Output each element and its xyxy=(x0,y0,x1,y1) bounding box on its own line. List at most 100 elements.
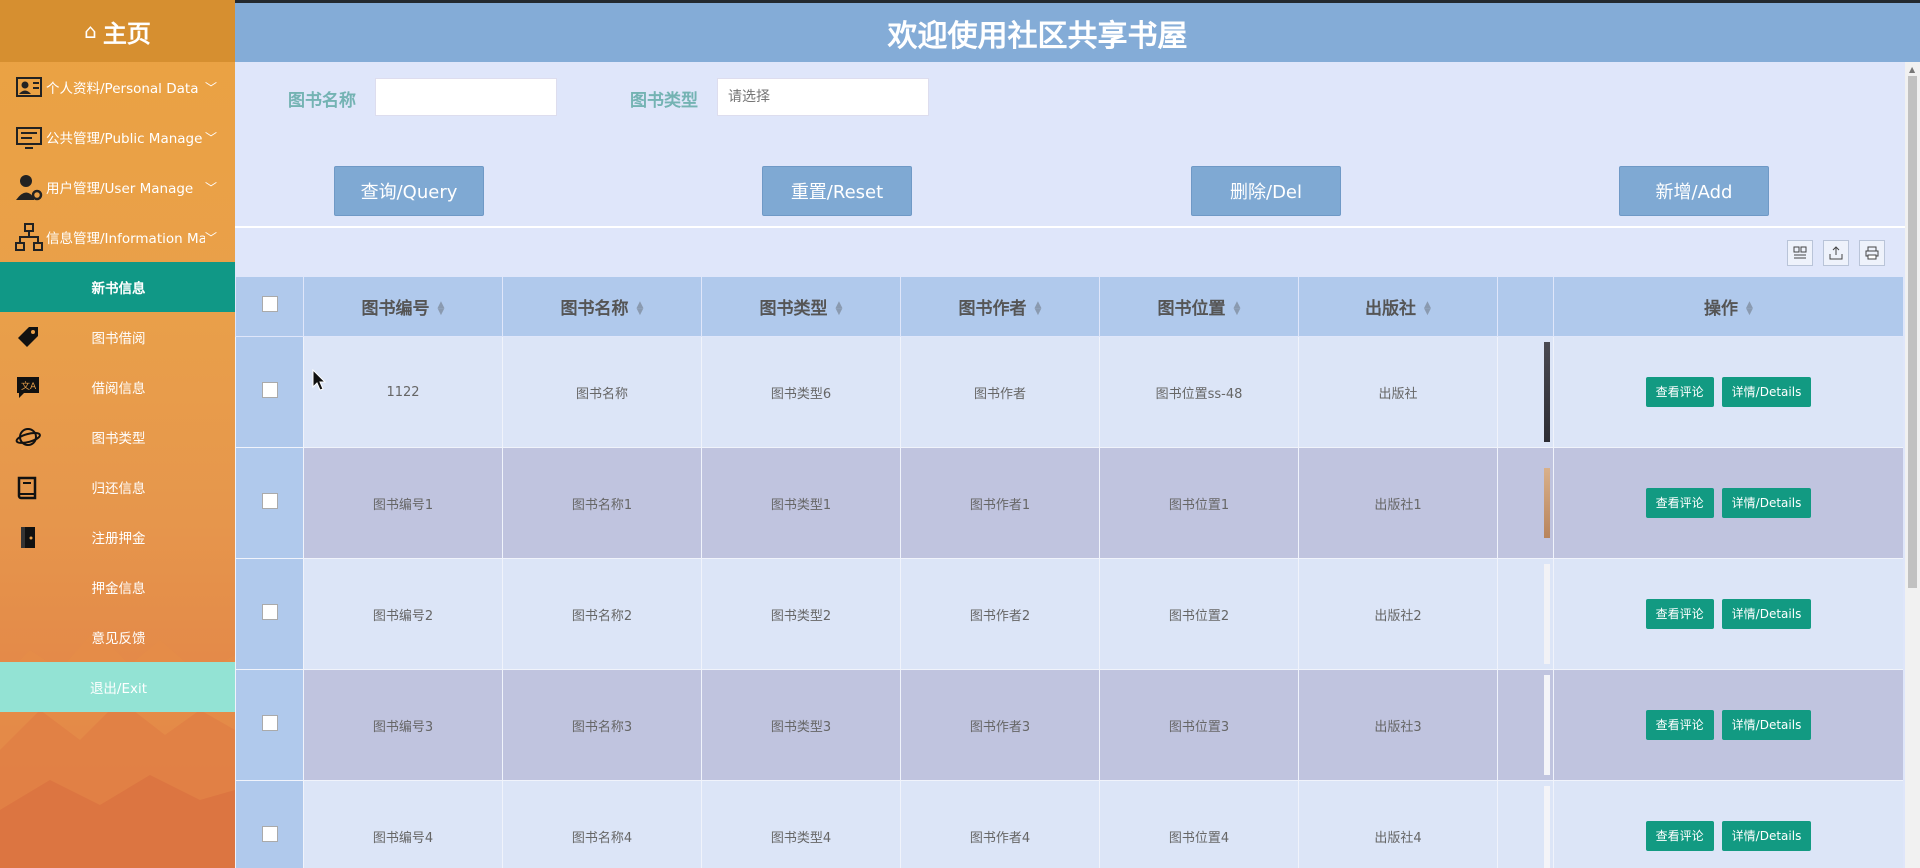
column-header-author[interactable]: 图书作者 ▲ ▼ xyxy=(900,276,1100,337)
sidebar-item-book-type[interactable]: 图书类型 xyxy=(0,412,235,462)
sidebar-item-feedback[interactable]: 意见反馈 xyxy=(0,612,235,662)
column-header-label: 图书位置 xyxy=(1157,299,1226,319)
scroll-up-arrow-icon[interactable]: ▲ xyxy=(1909,65,1915,74)
menu-group-label: 个人资料/Personal Data xyxy=(46,81,199,97)
details-button[interactable]: 详情/Details xyxy=(1721,488,1812,518)
sidebar-item-book-borrow[interactable]: 图书借阅 xyxy=(0,312,235,362)
sort-icon: ▲ ▼ xyxy=(1034,300,1042,317)
cell-author: 图书作者 xyxy=(900,336,1100,448)
table-toolbar xyxy=(235,228,1905,276)
cell-image xyxy=(1497,780,1554,868)
hierarchy-icon xyxy=(15,223,43,251)
cell-location: 图书位置4 xyxy=(1099,780,1299,868)
sidebar-item-return-info[interactable]: 归还信息 xyxy=(0,462,235,512)
user-gear-icon xyxy=(16,175,43,201)
cell-actions: 查看评论 详情/Details xyxy=(1553,336,1903,448)
cell-image xyxy=(1497,669,1554,781)
reset-button[interactable]: 重置/Reset xyxy=(762,166,912,216)
scrollbar-thumb[interactable] xyxy=(1908,76,1917,588)
print-icon xyxy=(1865,246,1879,260)
add-button[interactable]: 新增/Add xyxy=(1619,166,1769,216)
book-cover-image xyxy=(1543,786,1550,868)
view-comments-button[interactable]: 查看评论 xyxy=(1645,488,1714,518)
row-select-cell xyxy=(235,780,304,868)
column-header-name[interactable]: 图书名称 ▲ ▼ xyxy=(502,276,702,337)
menu-group-user-manage[interactable]: 用户管理/User Manage ﹀ xyxy=(0,162,235,212)
export-button[interactable] xyxy=(1823,240,1849,266)
menu-group-label: 公共管理/Public Manage xyxy=(46,131,203,147)
details-button[interactable]: 详情/Details xyxy=(1721,599,1812,629)
row-checkbox[interactable] xyxy=(261,382,278,398)
chevron-down-icon: ﹀ xyxy=(205,130,218,145)
delete-button[interactable]: 删除/Del xyxy=(1191,166,1341,216)
book-cover-image xyxy=(1543,675,1550,775)
cell-id: 图书编号4 xyxy=(303,780,503,868)
column-header-label: 出版社 xyxy=(1365,299,1417,319)
view-comments-button[interactable]: 查看评论 xyxy=(1645,821,1714,851)
sidebar-item-new-books[interactable]: 新书信息 xyxy=(0,262,235,312)
book-name-input[interactable] xyxy=(375,78,557,116)
cell-image xyxy=(1497,558,1554,670)
row-checkbox[interactable] xyxy=(261,604,278,620)
cell-type: 图书类型3 xyxy=(701,669,901,781)
view-comments-button[interactable]: 查看评论 xyxy=(1645,599,1714,629)
row-select-cell xyxy=(235,669,304,781)
row-select-cell xyxy=(235,336,304,448)
table-row: 图书编号4 图书名称4 图书类型4 图书作者4 图书位置4 出版社4 查看评论详… xyxy=(235,780,1903,868)
column-header-id[interactable]: 图书编号 ▲ ▼ xyxy=(303,276,503,337)
cell-name: 图书名称4 xyxy=(502,780,702,868)
view-comments-button[interactable]: 查看评论 xyxy=(1645,377,1714,407)
menu-group-public-manage[interactable]: 公共管理/Public Manage ﹀ xyxy=(0,112,235,162)
page-scrollbar[interactable]: ▲ xyxy=(1905,62,1920,868)
cell-author: 图书作者4 xyxy=(900,780,1100,868)
sidebar-item-borrow-info[interactable]: 文A 借阅信息 xyxy=(0,362,235,412)
view-comments-button[interactable]: 查看评论 xyxy=(1645,710,1714,740)
cell-location: 图书位置2 xyxy=(1099,558,1299,670)
select-all-cell xyxy=(235,276,304,337)
row-checkbox[interactable] xyxy=(261,715,278,731)
exit-button[interactable]: 退出/Exit xyxy=(0,662,235,712)
row-checkbox[interactable] xyxy=(261,826,278,842)
cell-location: 图书位置ss-48 xyxy=(1099,336,1299,448)
sidebar-item-register-deposit[interactable]: 注册押金 xyxy=(0,512,235,562)
book-type-select[interactable] xyxy=(717,78,929,116)
cell-actions: 查看评论 详情/Details xyxy=(1553,780,1903,868)
cell-image xyxy=(1497,336,1554,448)
column-header-label: 图书名称 xyxy=(560,299,629,319)
cell-location: 图书位置1 xyxy=(1099,447,1299,559)
book-cover-image xyxy=(1543,342,1550,442)
menu-group-label: 用户管理/User Manage xyxy=(46,181,194,197)
cell-type: 图书类型4 xyxy=(701,780,901,868)
home-icon: ⌂ xyxy=(84,19,97,43)
sort-icon: ▲ ▼ xyxy=(1233,300,1241,317)
menu-group-personal-data[interactable]: 个人资料/Personal Data ﹀ xyxy=(0,62,235,112)
column-header-location[interactable]: 图书位置 ▲ ▼ xyxy=(1099,276,1299,337)
exit-label: 退出/Exit xyxy=(89,681,148,697)
sidebar-item-label: 押金信息 xyxy=(91,581,146,597)
details-button[interactable]: 详情/Details xyxy=(1721,377,1812,407)
select-all-checkbox[interactable] xyxy=(261,296,278,312)
details-button[interactable]: 详情/Details xyxy=(1721,710,1812,740)
home-link[interactable]: ⌂ 主页 xyxy=(0,0,235,62)
column-header-publisher[interactable]: 出版社 ▲ ▼ xyxy=(1298,276,1498,337)
cell-publisher: 出版社2 xyxy=(1298,558,1498,670)
table-row: 图书编号3 图书名称3 图书类型3 图书作者3 图书位置3 出版社3 查看评论详… xyxy=(235,669,1903,781)
columns-icon xyxy=(1793,246,1807,259)
row-checkbox[interactable] xyxy=(261,493,278,509)
cell-id: 1122 xyxy=(303,336,503,448)
column-header-actions[interactable]: 操作 ▲ ▼ xyxy=(1553,276,1903,337)
sidebar-item-label: 借阅信息 xyxy=(91,381,146,397)
menu-group-information-manage[interactable]: 信息管理/Information Manage ﹀ xyxy=(0,212,235,262)
query-button[interactable]: 查询/Query xyxy=(334,166,484,216)
sidebar-item-label: 注册押金 xyxy=(91,531,146,547)
cell-actions: 查看评论 详情/Details xyxy=(1553,669,1903,781)
svg-text:文A: 文A xyxy=(21,380,37,392)
cell-author: 图书作者3 xyxy=(900,669,1100,781)
details-button[interactable]: 详情/Details xyxy=(1721,821,1812,851)
column-filter-button[interactable] xyxy=(1787,240,1813,266)
print-button[interactable] xyxy=(1859,240,1885,266)
sidebar-item-deposit-info[interactable]: 押金信息 xyxy=(0,562,235,612)
column-header-type[interactable]: 图书类型 ▲ ▼ xyxy=(701,276,901,337)
cell-publisher: 出版社4 xyxy=(1298,780,1498,868)
chevron-down-icon: ﹀ xyxy=(205,80,218,95)
